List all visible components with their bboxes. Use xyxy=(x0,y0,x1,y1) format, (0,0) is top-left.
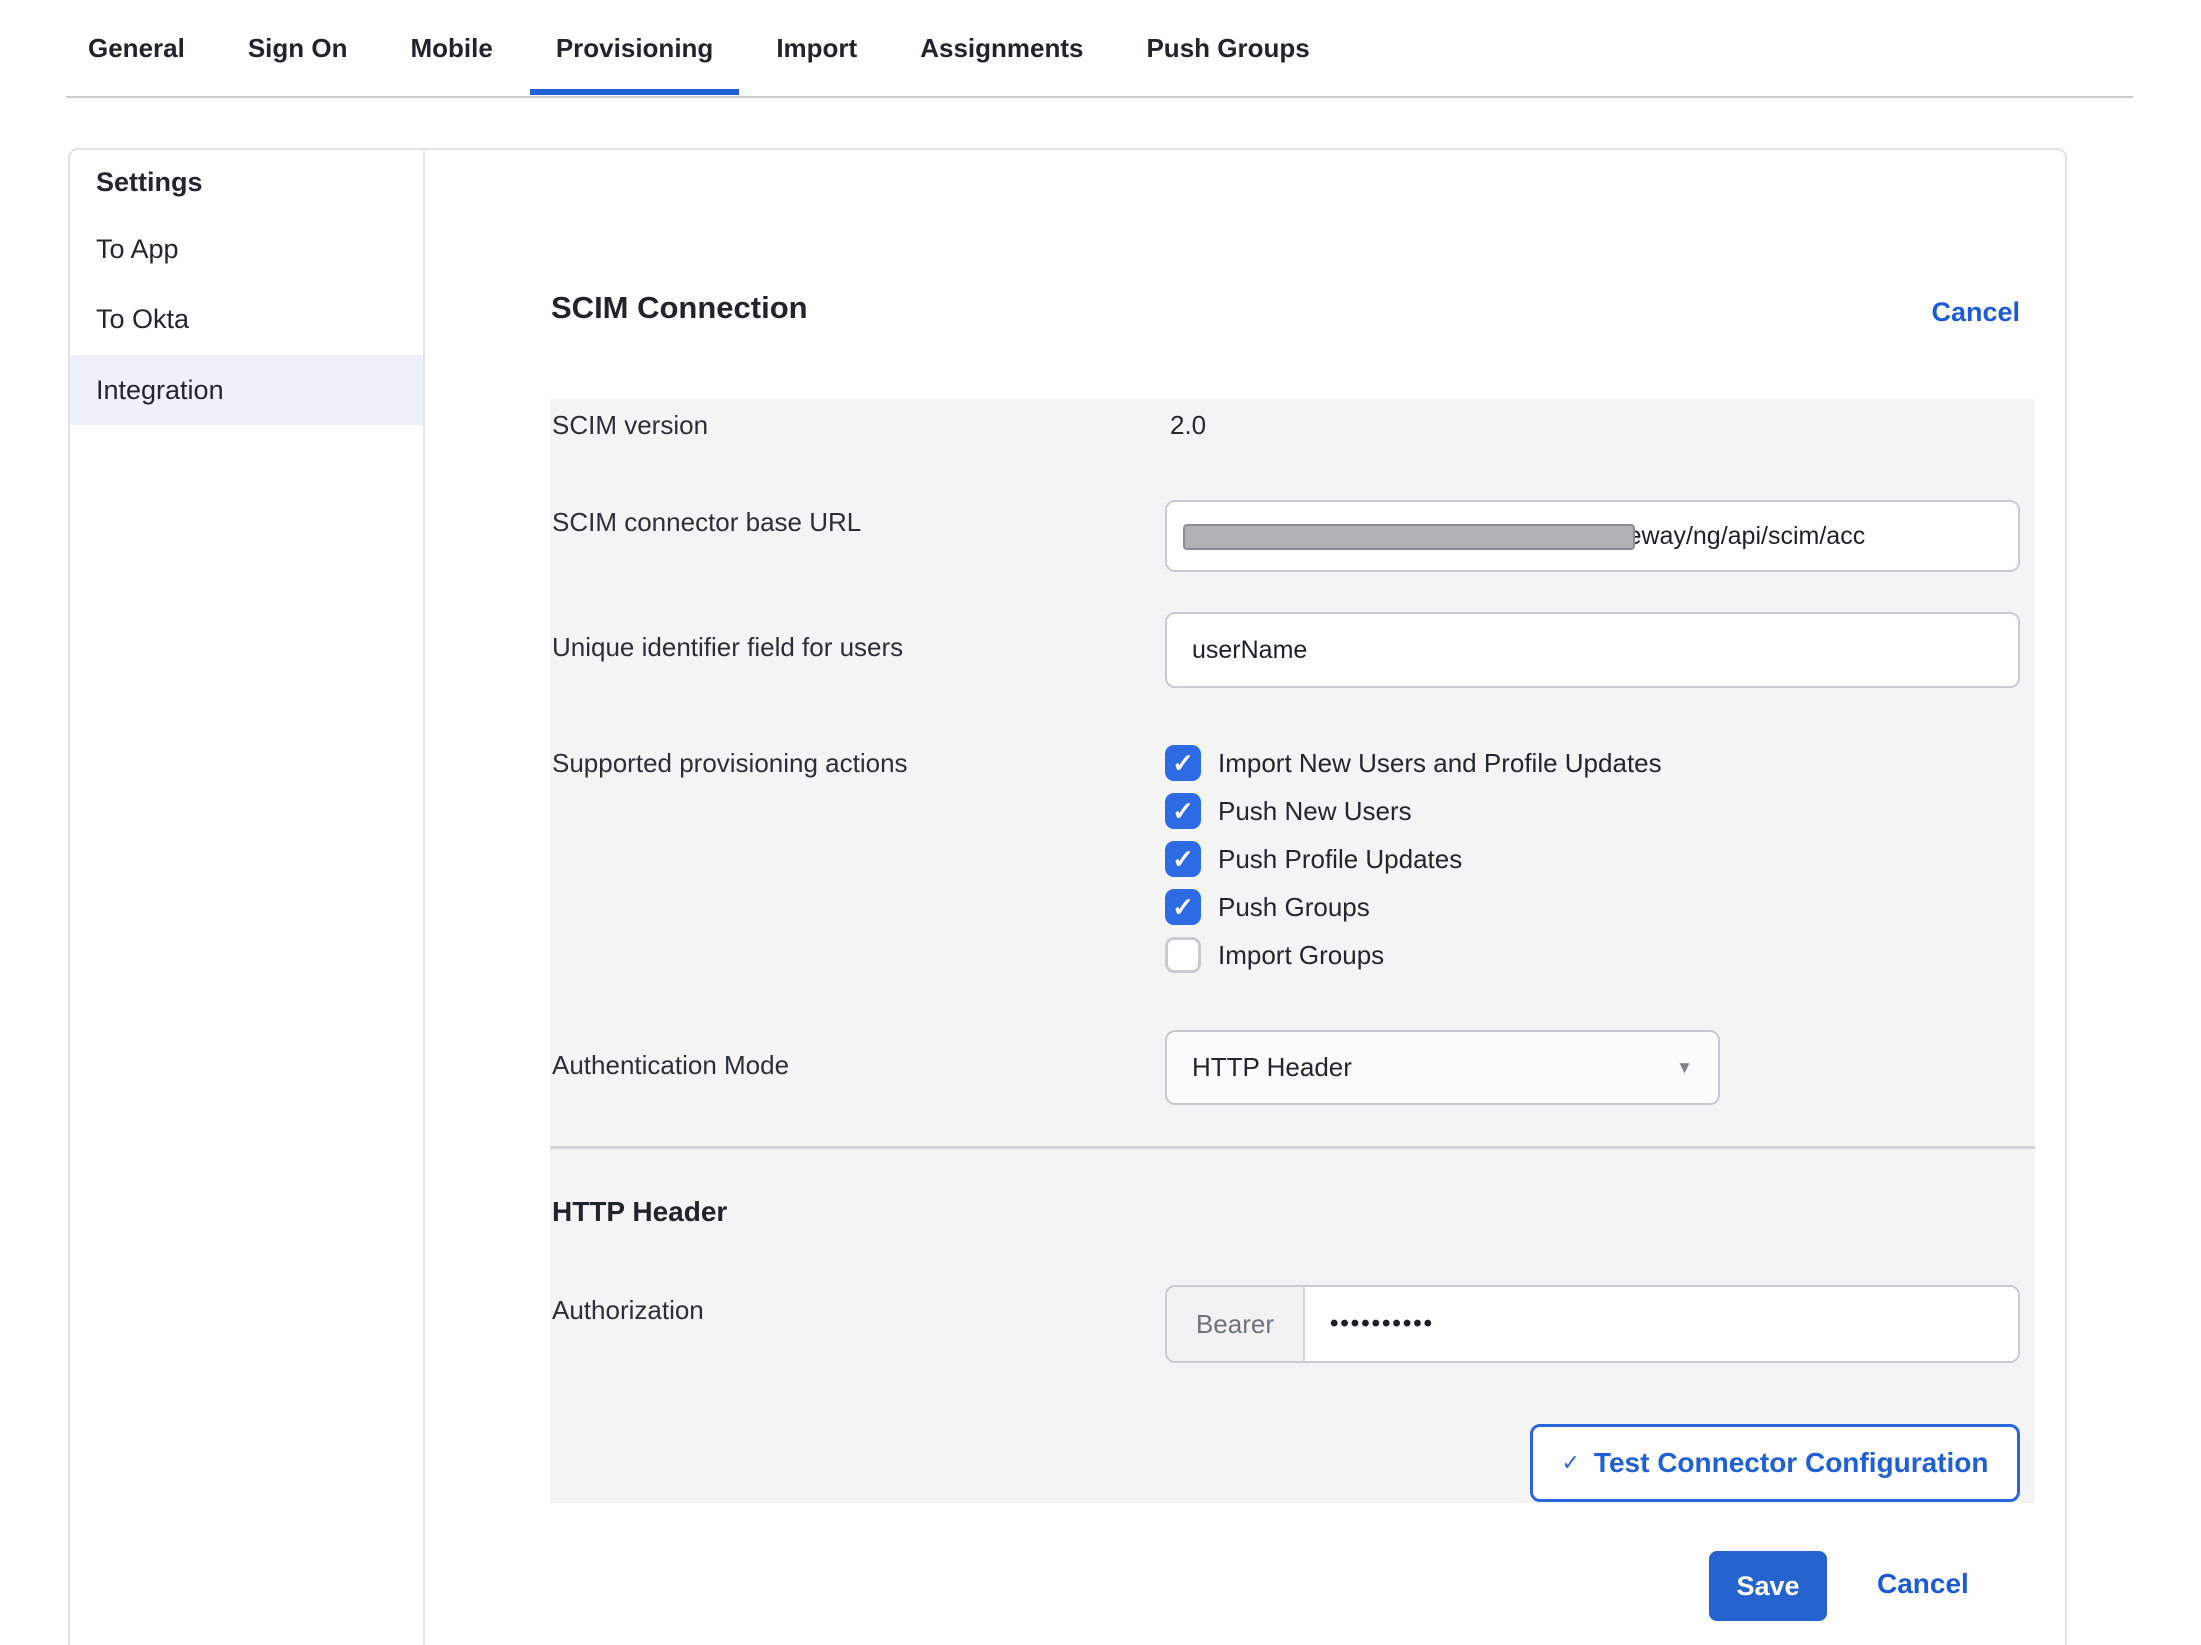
checkbox-label: Push New Users xyxy=(1218,796,1412,827)
checkbox-push-groups[interactable]: ✓ xyxy=(1165,889,1201,925)
tab-sign-on[interactable]: Sign On xyxy=(248,0,348,96)
base-url-input[interactable]: https://b5bd-195-19-67-148.ngrok.io/gate… xyxy=(1165,500,2020,572)
base-url-label: SCIM connector base URL xyxy=(552,507,861,538)
checkbox-push-new-users[interactable]: ✓ xyxy=(1165,793,1201,829)
test-connector-label: Test Connector Configuration xyxy=(1594,1447,1989,1479)
provisioning-settings-page: General Sign On Mobile Provisioning Impo… xyxy=(0,0,2201,1645)
tab-general[interactable]: General xyxy=(88,0,185,96)
tab-bar-divider xyxy=(66,96,2133,98)
checkmark-icon: ✓ xyxy=(1172,846,1194,872)
checkmark-icon: ✓ xyxy=(1172,798,1194,824)
checkmark-icon: ✓ xyxy=(1172,894,1194,920)
unique-id-label: Unique identifier field for users xyxy=(552,632,903,663)
checkbox-import-groups[interactable]: ✓ xyxy=(1165,937,1201,973)
cancel-link-top[interactable]: Cancel xyxy=(1931,297,2020,328)
checkbox-row: ✓ Push Profile Updates xyxy=(1165,835,1462,883)
http-header-title: HTTP Header xyxy=(552,1196,727,1228)
cancel-link-bottom[interactable]: Cancel xyxy=(1877,1568,1969,1600)
checkmark-icon: ✓ xyxy=(1561,1450,1579,1476)
bearer-scheme-label: Bearer xyxy=(1167,1287,1305,1361)
sidebar-item-to-app[interactable]: To App xyxy=(70,224,423,274)
page-title: SCIM Connection xyxy=(551,290,808,326)
tab-provisioning[interactable]: Provisioning xyxy=(556,0,713,96)
test-connector-button[interactable]: ✓ Test Connector Configuration xyxy=(1530,1424,2020,1502)
sidebar-title: Settings xyxy=(70,157,423,207)
checkmark-icon: ✓ xyxy=(1172,750,1194,776)
scim-version-label: SCIM version xyxy=(552,410,708,441)
save-button[interactable]: Save xyxy=(1709,1551,1827,1621)
unique-id-input[interactable]: userName xyxy=(1165,612,2020,688)
tab-assignments[interactable]: Assignments xyxy=(920,0,1083,96)
redaction-bar xyxy=(1183,524,1635,550)
checkbox-push-profile-updates[interactable]: ✓ xyxy=(1165,841,1201,877)
auth-mode-selected-value: HTTP Header xyxy=(1192,1052,1352,1083)
authorization-label: Authorization xyxy=(552,1295,704,1326)
checkbox-label: Push Profile Updates xyxy=(1218,844,1462,875)
checkbox-row: ✓ Push Groups xyxy=(1165,883,1370,931)
sidebar-item-to-okta[interactable]: To Okta xyxy=(70,294,423,344)
checkbox-label: Import New Users and Profile Updates xyxy=(1218,748,1662,779)
tab-push-groups[interactable]: Push Groups xyxy=(1146,0,1309,96)
tab-mobile[interactable]: Mobile xyxy=(411,0,493,96)
checkbox-row: ✓ Push New Users xyxy=(1165,787,1412,835)
tab-import[interactable]: Import xyxy=(776,0,857,96)
checkbox-label: Push Groups xyxy=(1218,892,1370,923)
auth-mode-select[interactable]: HTTP Header ▼ xyxy=(1165,1030,1720,1105)
checkbox-row: ✓ Import New Users and Profile Updates xyxy=(1165,739,1662,787)
checkbox-row: ✓ Import Groups xyxy=(1165,931,1384,979)
sidebar-item-integration[interactable]: Integration xyxy=(70,355,423,425)
provisioning-actions-label: Supported provisioning actions xyxy=(552,748,908,779)
scim-version-value: 2.0 xyxy=(1170,410,1206,441)
app-tab-bar: General Sign On Mobile Provisioning Impo… xyxy=(0,0,2201,98)
auth-mode-label: Authentication Mode xyxy=(552,1050,789,1081)
unique-id-value: userName xyxy=(1192,636,1307,665)
authorization-field: Bearer •••••••••• xyxy=(1165,1285,2020,1363)
chevron-down-icon: ▼ xyxy=(1676,1058,1693,1078)
bearer-token-input[interactable]: •••••••••• xyxy=(1305,1287,2018,1361)
checkbox-import-new-users[interactable]: ✓ xyxy=(1165,745,1201,781)
active-tab-underline xyxy=(530,89,739,95)
checkbox-label: Import Groups xyxy=(1218,940,1384,971)
sidebar-divider xyxy=(423,150,425,1645)
